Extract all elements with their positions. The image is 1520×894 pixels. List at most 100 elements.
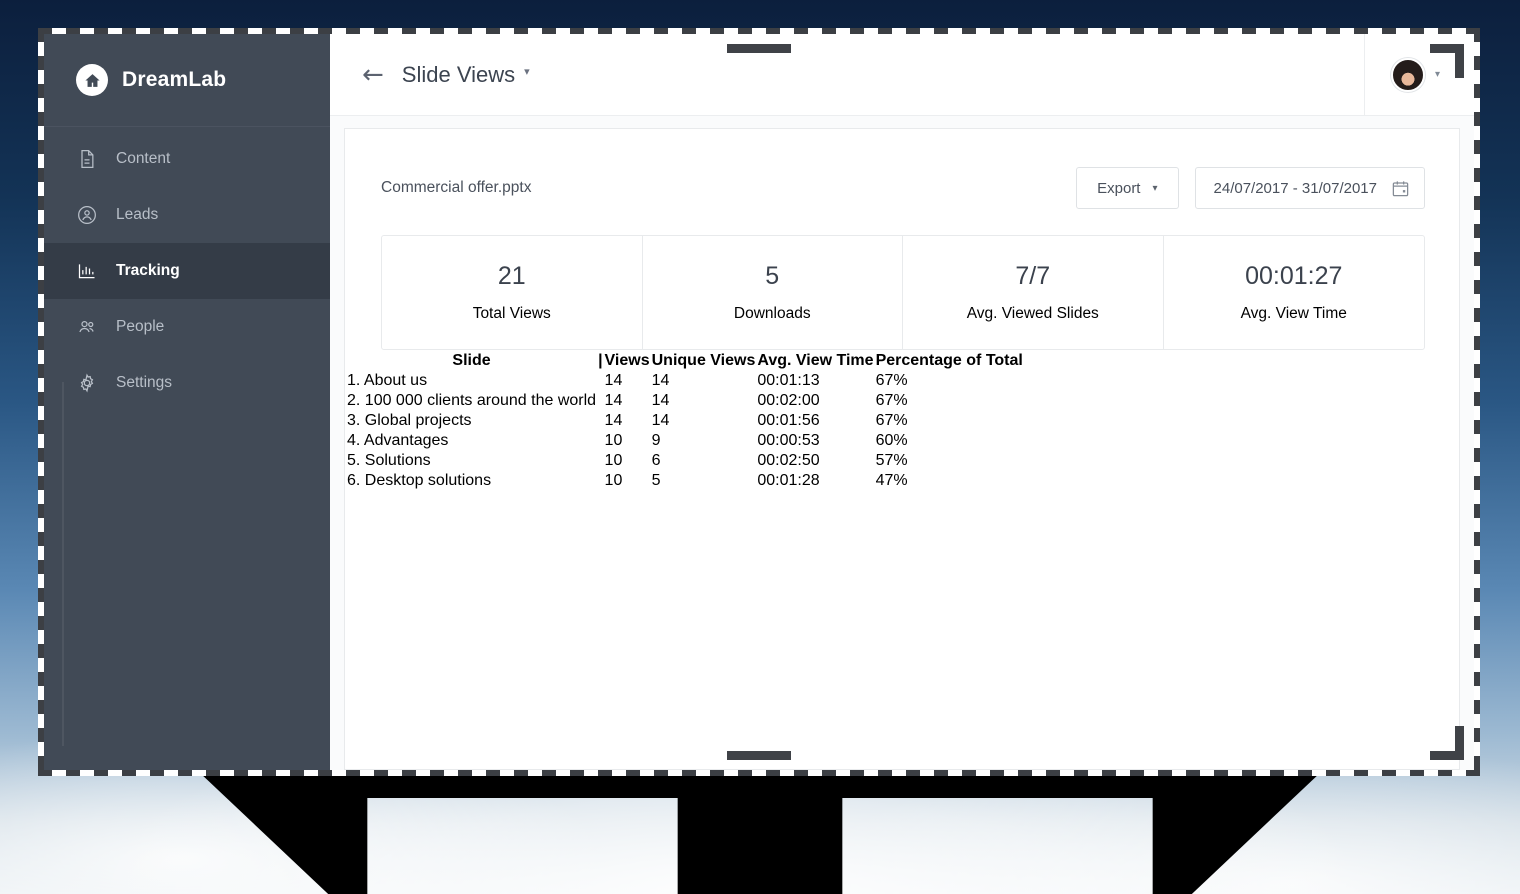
lead-person-icon	[76, 204, 98, 226]
sidebar-item-tracking[interactable]: Tracking	[44, 243, 330, 299]
stat-value: 00:01:27	[1245, 262, 1343, 290]
chevron-down-icon[interactable]: ▾	[524, 65, 530, 78]
column-header-unique-views[interactable]: Unique Views	[652, 352, 756, 370]
export-label: Export	[1097, 179, 1141, 197]
table-row[interactable]: 5. Solutions 10 6 00:02:50 57%	[347, 452, 1023, 470]
desktop-background: DreamLab Content Leads Tracking People S…	[0, 0, 1520, 894]
chevron-down-icon: ▾	[1152, 182, 1158, 194]
avatar	[1390, 57, 1425, 92]
stat-downloads: 5 Downloads	[643, 236, 903, 349]
cell-unique-views: 5	[651, 472, 661, 489]
cell-unique-views: 6	[651, 452, 661, 469]
cell-avg-view-time: 00:01:28	[757, 472, 820, 489]
application-window: DreamLab Content Leads Tracking People S…	[44, 34, 1474, 770]
cell-avg-view-time: 00:01:56	[757, 412, 820, 429]
cell-views: 14	[604, 412, 623, 429]
cell-percentage: 47%	[876, 472, 1023, 490]
content-wrapper: Commercial offer.pptx Export ▾ 24/07/201…	[330, 116, 1474, 770]
table-row[interactable]: 1. About us 14 14 00:01:13 67%	[347, 372, 1023, 390]
cell-slide: 5. Solutions	[347, 452, 431, 469]
document-icon	[76, 148, 98, 170]
table-row[interactable]: 4. Advantages 10 9 00:00:53 60%	[347, 432, 1023, 450]
table-header-row: Slide | Views Unique Views Avg. View Tim…	[347, 352, 1023, 370]
cell-views: 14	[604, 372, 623, 389]
header-actions: Export ▾ 24/07/2017 - 31/07/2017	[1076, 167, 1425, 209]
stat-value: 5	[765, 262, 780, 290]
export-button[interactable]: Export ▾	[1076, 167, 1179, 209]
cell-percentage: 60%	[876, 432, 1023, 450]
sidebar-item-content[interactable]: Content	[44, 131, 330, 187]
stats-row: 21 Total Views 5 Downloads 7/7 Avg. View…	[381, 235, 1425, 350]
resize-handle-bottom-right[interactable]	[1430, 726, 1464, 760]
table-body: 1. About us 14 14 00:01:13 67% 2. 100 00…	[347, 372, 1023, 490]
cell-avg-view-time: 00:02:50	[757, 452, 820, 469]
stat-avg-viewed-slides: 7/7 Avg. Viewed Slides	[903, 236, 1164, 349]
cell-divider	[598, 412, 602, 430]
cell-divider	[598, 432, 602, 450]
file-name: Commercial offer.pptx	[381, 179, 532, 196]
sidebar-rail	[62, 382, 64, 746]
cell-divider	[598, 472, 602, 490]
column-header-slide[interactable]: Slide	[347, 352, 596, 370]
cell-views: 10	[604, 432, 623, 449]
slides-table: Slide | Views Unique Views Avg. View Tim…	[345, 350, 1025, 492]
home-icon	[76, 64, 108, 96]
table-row[interactable]: 3. Global projects 14 14 00:01:56 67%	[347, 412, 1023, 430]
gear-icon	[76, 372, 98, 394]
stat-avg-view-time: 00:01:27 Avg. View Time	[1164, 236, 1425, 349]
sidebar-item-leads[interactable]: Leads	[44, 187, 330, 243]
resize-handle-top[interactable]	[727, 44, 791, 53]
column-header-avg-view-time[interactable]: Avg. View Time	[757, 352, 873, 370]
cell-views: 14	[604, 392, 623, 409]
main-area: ← Slide Views ▾ ▾ Commercial offer.pptx …	[330, 34, 1474, 770]
column-header-percentage[interactable]: Percentage of Total	[876, 352, 1023, 370]
cell-divider	[598, 372, 602, 390]
cell-slide: 3. Global projects	[347, 412, 472, 429]
sidebar-item-label: Settings	[116, 374, 173, 391]
cell-percentage: 67%	[876, 412, 1023, 430]
percentage-label: 67%	[875, 372, 908, 389]
page-title: Slide Views	[401, 61, 516, 87]
topbar: ← Slide Views ▾ ▾	[330, 34, 1474, 116]
sidebar-item-settings[interactable]: Settings	[44, 355, 330, 411]
cell-divider	[598, 452, 602, 470]
stat-total-views: 21 Total Views	[382, 236, 643, 349]
table-row[interactable]: 6. Desktop solutions 10 5 00:01:28 47%	[347, 472, 1023, 490]
cell-percentage: 67%	[876, 372, 1023, 390]
date-range-picker[interactable]: 24/07/2017 - 31/07/2017	[1194, 167, 1425, 209]
cell-views: 10	[604, 472, 623, 489]
resize-handle-bottom[interactable]	[727, 751, 791, 760]
bar-chart-icon	[76, 260, 98, 282]
table-head: Slide | Views Unique Views Avg. View Tim…	[347, 352, 1023, 370]
stat-label: Total Views	[472, 305, 551, 322]
brand[interactable]: DreamLab	[44, 34, 330, 127]
date-range-value: 24/07/2017 - 31/07/2017	[1213, 179, 1377, 197]
cell-slide: 4. Advantages	[347, 432, 449, 449]
stat-label: Downloads	[733, 305, 811, 322]
stat-value: 7/7	[1015, 262, 1051, 290]
sidebar-item-people[interactable]: People	[44, 299, 330, 355]
column-header-views[interactable]: Views	[605, 352, 650, 370]
percentage-label: 57%	[875, 452, 908, 469]
cell-slide: 2. 100 000 clients around the world	[347, 392, 597, 409]
percentage-label: 67%	[875, 392, 908, 409]
table-row[interactable]: 2. 100 000 clients around the world 14 1…	[347, 392, 1023, 410]
sidebar-item-label: Content	[116, 150, 171, 167]
stat-value: 21	[497, 262, 526, 290]
percentage-label: 67%	[875, 412, 908, 429]
stat-label: Avg. View Time	[1240, 305, 1347, 322]
card-header: Commercial offer.pptx Export ▾ 24/07/201…	[345, 129, 1459, 209]
sidebar-item-label: Tracking	[116, 262, 180, 279]
column-divider: |	[598, 352, 603, 369]
cell-unique-views: 14	[651, 412, 670, 429]
slides-table-area: Slide | Views Unique Views Avg. View Tim…	[345, 350, 1459, 492]
people-icon	[76, 316, 98, 338]
back-arrow-icon[interactable]: ←	[362, 62, 384, 88]
sidebar-item-label: Leads	[116, 206, 159, 223]
cell-divider	[598, 392, 602, 410]
cell-avg-view-time: 00:02:00	[757, 392, 820, 409]
resize-handle-top-right[interactable]	[1430, 44, 1464, 78]
brand-name: DreamLab	[122, 68, 227, 91]
cell-slide: 1. About us	[347, 372, 428, 389]
cell-percentage: 57%	[876, 452, 1023, 470]
